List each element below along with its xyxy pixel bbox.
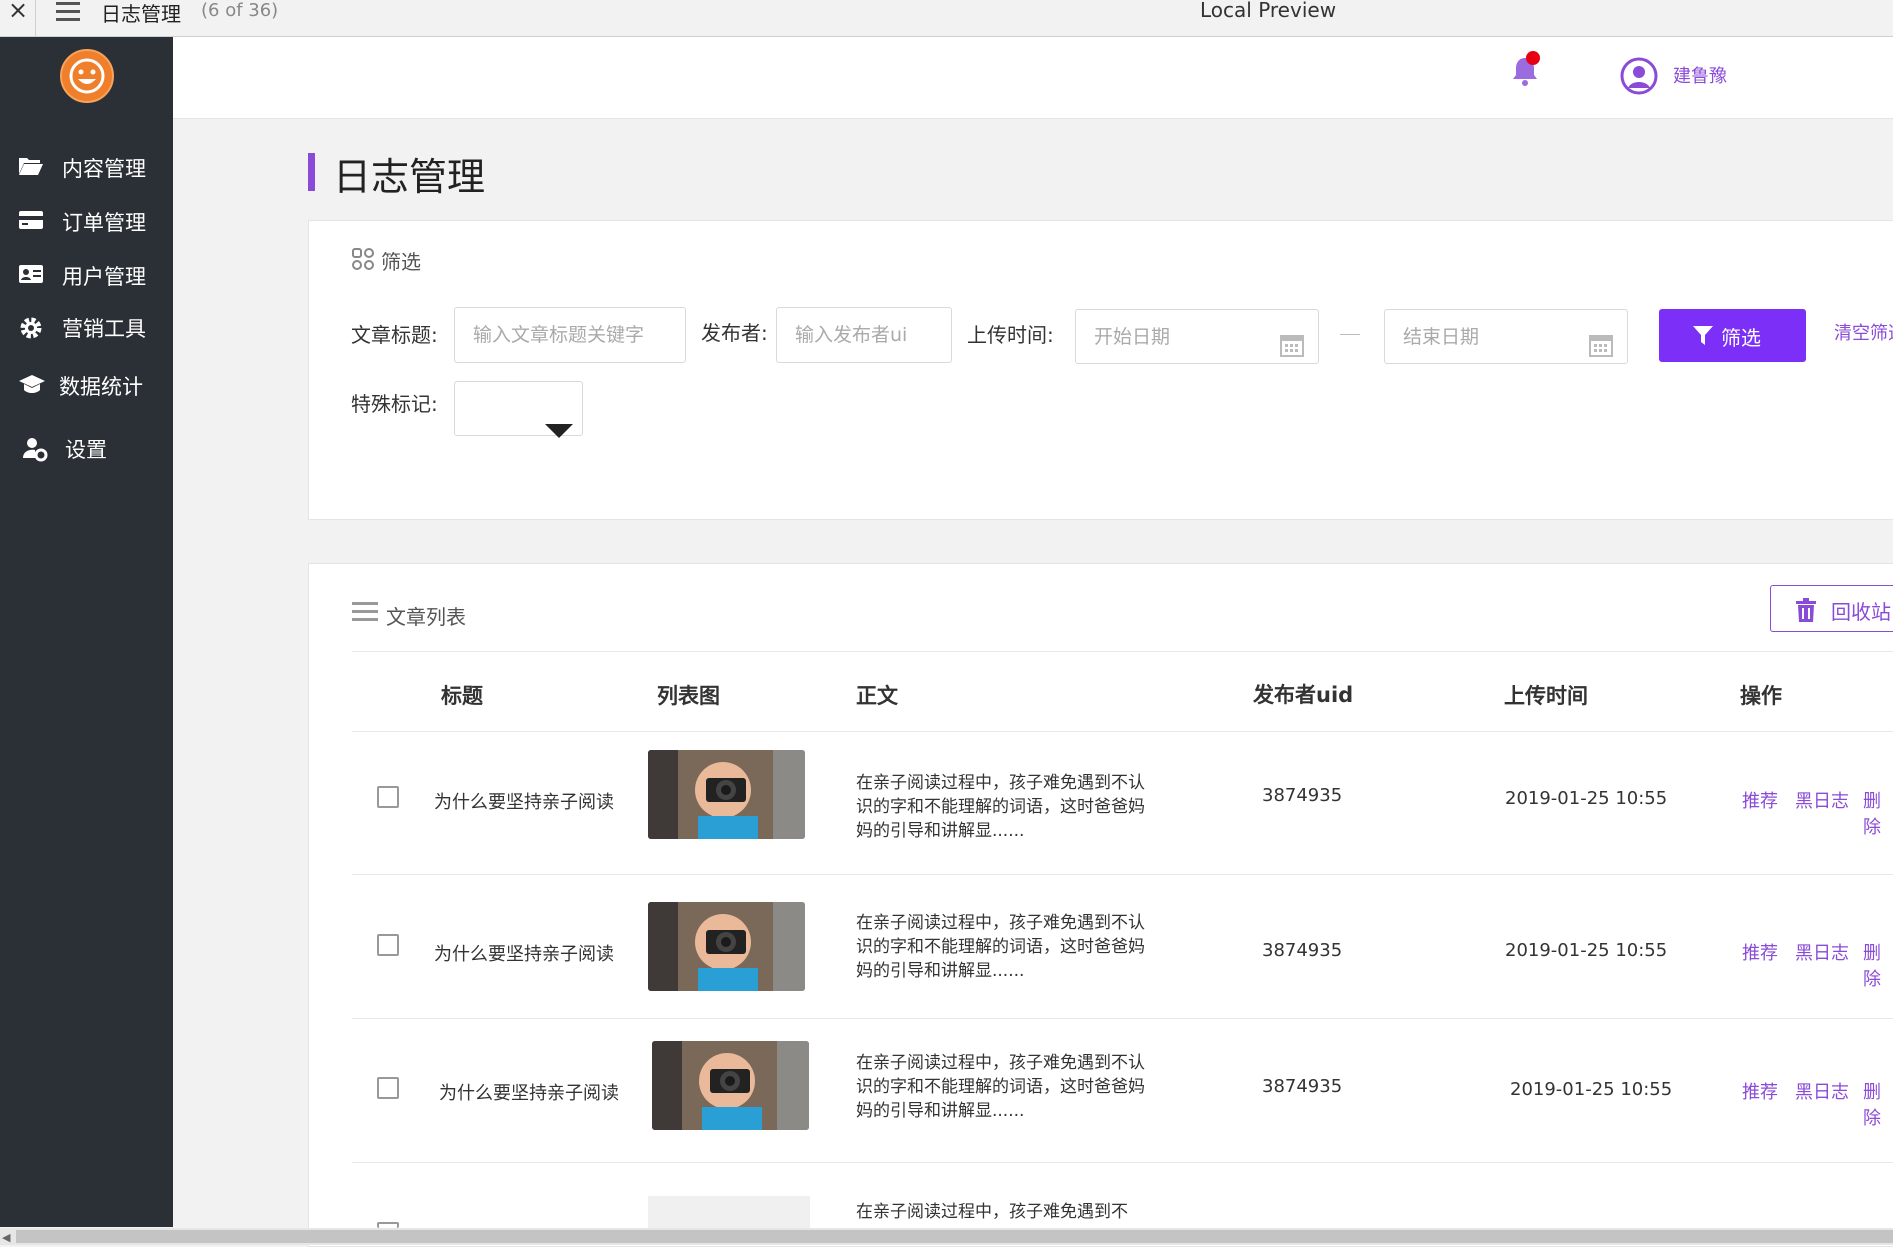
credit-card-icon bbox=[18, 209, 44, 233]
special-mark-label: 特殊标记: bbox=[351, 392, 438, 416]
article-thumbnail[interactable] bbox=[648, 902, 805, 991]
row-body: 在亲子阅读过程中，孩子难免遇到不 bbox=[856, 1202, 1128, 1222]
list-section-title: 文章列表 bbox=[386, 605, 466, 629]
recommend-link[interactable]: 推荐 bbox=[1742, 939, 1778, 965]
sidebar-item-marketing[interactable]: 营销工具 bbox=[0, 307, 173, 347]
publisher-filter-label: 发布者: bbox=[701, 321, 768, 345]
article-thumbnail[interactable] bbox=[648, 750, 805, 839]
row-time: 2019-01-25 10:55 bbox=[1510, 1079, 1673, 1100]
recycle-bin-button[interactable]: 回收站 bbox=[1770, 585, 1893, 632]
list-icon bbox=[352, 602, 378, 626]
end-date-input[interactable]: 结束日期 bbox=[1384, 309, 1628, 364]
column-header-title: 标题 bbox=[441, 684, 483, 708]
trash-icon bbox=[1795, 598, 1817, 622]
hamburger-menu-icon[interactable] bbox=[56, 2, 80, 22]
column-header-actions: 操作 bbox=[1740, 684, 1782, 708]
end-date-placeholder: 结束日期 bbox=[1403, 326, 1480, 348]
date-range-separator bbox=[1340, 334, 1360, 335]
funnel-icon bbox=[1693, 326, 1713, 346]
row-title[interactable]: 为什么要坚持亲子阅读 bbox=[434, 788, 614, 814]
row-body: 在亲子阅读过程中，孩子难免遇到不认识的字和不能理解的词语，这时爸爸妈妈的引导和讲… bbox=[856, 1053, 1145, 1121]
sidebar-item-content[interactable]: 内容管理 bbox=[0, 147, 173, 187]
delete-link[interactable]: 删除 bbox=[1863, 939, 1893, 991]
close-icon[interactable]: × bbox=[8, 0, 28, 22]
delete-link[interactable]: 删除 bbox=[1863, 1078, 1893, 1130]
row-checkbox[interactable] bbox=[377, 934, 399, 956]
sidebar-item-label: 订单管理 bbox=[62, 211, 146, 235]
divider bbox=[352, 1162, 1893, 1163]
column-header-publisher-uid: 发布者uid bbox=[1253, 683, 1354, 707]
row-time: 2019-01-25 10:55 bbox=[1505, 788, 1668, 809]
sidebar-item-label: 设置 bbox=[65, 438, 107, 462]
page-counter: (6 of 36) bbox=[201, 0, 279, 21]
article-thumbnail[interactable] bbox=[652, 1041, 809, 1130]
publisher-input[interactable]: 输入发布者ui bbox=[776, 307, 952, 363]
start-date-placeholder: 开始日期 bbox=[1094, 326, 1171, 348]
titlebar-divider bbox=[35, 0, 36, 36]
sidebar-item-orders[interactable]: 订单管理 bbox=[0, 201, 173, 241]
row-time: 2019-01-25 10:55 bbox=[1505, 940, 1668, 961]
filter-button-label: 筛选 bbox=[1721, 326, 1761, 350]
row-body: 在亲子阅读过程中，孩子难免遇到不认识的字和不能理解的词语，这时爸爸妈妈的引导和讲… bbox=[856, 773, 1145, 841]
special-mark-select[interactable] bbox=[454, 381, 583, 438]
column-header-upload-time: 上传时间 bbox=[1504, 684, 1588, 708]
blacklist-link[interactable]: 黑日志 bbox=[1795, 1078, 1849, 1104]
title-accent-bar bbox=[308, 153, 315, 191]
scrollbar-thumb[interactable] bbox=[16, 1230, 1893, 1243]
sidebar-item-label: 用户管理 bbox=[62, 265, 146, 289]
sidebar-item-statistics[interactable]: 数据统计 bbox=[0, 365, 173, 405]
username-link[interactable]: 建鲁豫 bbox=[1673, 62, 1727, 88]
recommend-link[interactable]: 推荐 bbox=[1742, 1078, 1778, 1104]
scroll-left-arrow-icon[interactable]: ◀ bbox=[2, 1231, 10, 1244]
grid-icon bbox=[352, 248, 374, 274]
article-thumbnail[interactable] bbox=[648, 1196, 810, 1228]
user-settings-icon bbox=[22, 436, 48, 462]
calendar-icon[interactable] bbox=[1589, 324, 1613, 357]
divider bbox=[352, 651, 1893, 652]
row-title[interactable]: 为什么要坚持亲子阅读 bbox=[434, 940, 614, 966]
title-keyword-input[interactable]: 输入文章标题关键字 bbox=[454, 307, 686, 363]
sidebar-item-settings[interactable]: 设置 bbox=[0, 428, 173, 468]
sidebar-item-label: 数据统计 bbox=[59, 375, 143, 399]
row-uid: 3874935 bbox=[1262, 1076, 1343, 1097]
app-titlebar bbox=[0, 0, 1893, 37]
dropdown-arrow-icon bbox=[545, 405, 573, 459]
calendar-icon[interactable] bbox=[1280, 324, 1304, 357]
delete-link[interactable]: 删除 bbox=[1863, 787, 1893, 839]
folder-open-icon bbox=[18, 155, 44, 179]
row-uid: 3874935 bbox=[1262, 940, 1343, 961]
row-checkbox[interactable] bbox=[377, 1077, 399, 1099]
sidebar-item-users[interactable]: 用户管理 bbox=[0, 255, 173, 295]
sidebar-item-label: 营销工具 bbox=[62, 317, 146, 341]
preview-label: Local Preview bbox=[1200, 0, 1337, 22]
graduation-cap-icon bbox=[18, 373, 45, 397]
column-header-body: 正文 bbox=[856, 684, 898, 708]
window-title: 日志管理 bbox=[101, 2, 181, 26]
title-filter-label: 文章标题: bbox=[351, 323, 438, 347]
filter-panel bbox=[308, 220, 1893, 520]
logo-icon[interactable] bbox=[60, 49, 114, 103]
page-title: 日志管理 bbox=[333, 155, 486, 199]
row-checkbox[interactable] bbox=[377, 786, 399, 808]
notification-dot bbox=[1526, 51, 1540, 65]
upload-time-label: 上传时间: bbox=[967, 323, 1054, 347]
sidebar-item-label: 内容管理 bbox=[62, 157, 146, 181]
row-uid: 3874935 bbox=[1262, 785, 1343, 806]
row-body: 在亲子阅读过程中，孩子难免遇到不认识的字和不能理解的词语，这时爸爸妈妈的引导和讲… bbox=[856, 913, 1145, 981]
recycle-bin-label: 回收站 bbox=[1831, 600, 1891, 624]
filter-button[interactable]: 筛选 bbox=[1659, 309, 1806, 362]
avatar[interactable] bbox=[1620, 57, 1658, 95]
filter-section-title: 筛选 bbox=[381, 250, 421, 274]
recommend-link[interactable]: 推荐 bbox=[1742, 787, 1778, 813]
clear-filter-link[interactable]: 清空筛选 bbox=[1834, 319, 1893, 345]
gear-icon bbox=[18, 315, 44, 339]
start-date-input[interactable]: 开始日期 bbox=[1075, 309, 1319, 364]
blacklist-link[interactable]: 黑日志 bbox=[1795, 787, 1849, 813]
id-card-icon bbox=[18, 263, 44, 287]
blacklist-link[interactable]: 黑日志 bbox=[1795, 939, 1849, 965]
row-title[interactable]: 为什么要坚持亲子阅读 bbox=[439, 1079, 619, 1105]
column-header-thumbnail: 列表图 bbox=[657, 684, 720, 708]
